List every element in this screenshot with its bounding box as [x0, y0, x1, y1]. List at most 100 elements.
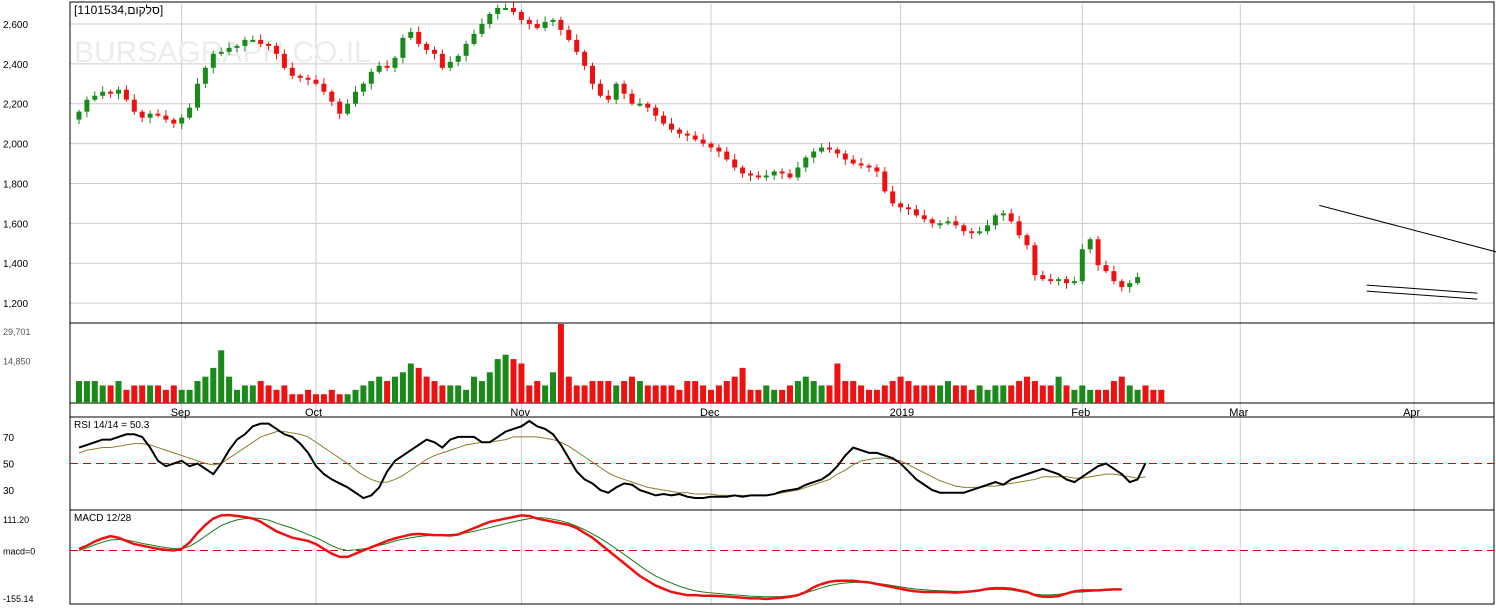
candle-body: [210, 53, 216, 68]
volume-bar: [147, 385, 154, 403]
candle-body: [1008, 213, 1014, 222]
candle-body: [669, 123, 674, 130]
volume-bar: [1110, 381, 1117, 403]
volume-bar: [407, 363, 414, 403]
candle-body: [795, 167, 801, 178]
volume-bar: [123, 389, 130, 403]
candle-body: [906, 207, 911, 210]
candle: [700, 133, 706, 147]
volume-bar: [1118, 376, 1125, 403]
candle: [795, 161, 801, 181]
volume-bar: [202, 376, 209, 403]
volume-bar: [952, 385, 959, 403]
candle: [961, 223, 967, 236]
volume-bar: [518, 363, 525, 403]
candle: [803, 155, 809, 172]
candle: [1071, 276, 1077, 286]
candle-body: [416, 31, 422, 44]
candle: [1032, 242, 1038, 281]
candle-body: [424, 43, 430, 50]
candle: [511, 2, 516, 16]
volume-bar: [257, 381, 264, 403]
volume-bar: [850, 381, 857, 403]
candle: [787, 169, 793, 180]
volume-bar: [739, 367, 746, 403]
candle: [953, 215, 959, 229]
volume-bar: [565, 376, 572, 403]
candle-body: [590, 65, 595, 84]
candle: [360, 81, 366, 97]
candle-body: [882, 171, 888, 192]
candle-body: [471, 33, 477, 44]
candle-body: [116, 89, 121, 94]
candle-body: [645, 103, 651, 108]
volume-bar: [162, 389, 169, 403]
candle: [131, 94, 137, 115]
candle-body: [929, 219, 935, 224]
volume-bar: [668, 385, 675, 403]
candle: [518, 9, 524, 25]
macd-line: [78, 513, 1122, 601]
candle-body: [503, 7, 509, 10]
candle-body: [819, 147, 825, 152]
candle-body: [866, 165, 872, 168]
volume-bar: [423, 376, 430, 403]
candle: [92, 91, 98, 102]
candle: [368, 68, 374, 90]
candle-body: [1016, 221, 1022, 236]
candle-body: [605, 95, 611, 100]
candle-body: [621, 83, 627, 94]
candle-body: [455, 55, 461, 62]
candle: [613, 81, 619, 105]
candle: [779, 168, 785, 180]
candle-body: [1000, 213, 1006, 216]
volume-bar: [115, 381, 122, 403]
candle-body: [187, 107, 193, 118]
volume-bar: [597, 381, 604, 403]
volume-bar: [249, 385, 256, 403]
candle: [740, 165, 746, 178]
candle: [1008, 208, 1014, 224]
candle: [321, 78, 327, 95]
candle-body: [566, 29, 572, 40]
candle: [929, 217, 935, 228]
volume-bar: [968, 389, 975, 403]
candle-body: [258, 39, 264, 44]
candle: [1040, 270, 1046, 282]
volume-bar: [376, 376, 383, 403]
candle: [716, 144, 722, 158]
candle-body: [1135, 277, 1141, 284]
candle-body: [1024, 235, 1030, 246]
candle-body: [1103, 265, 1109, 272]
candle-body: [921, 215, 927, 220]
rsi-tick-label: 70: [3, 433, 15, 444]
volume-bar: [1000, 385, 1007, 403]
volume-bar: [684, 381, 691, 403]
volume-bar: [194, 381, 201, 403]
candle-body: [297, 75, 303, 78]
volume-bar: [613, 385, 620, 403]
candle: [84, 96, 90, 118]
candle-body: [345, 103, 351, 114]
volume-bar: [826, 385, 833, 403]
volume-bar: [763, 385, 770, 403]
candle-body: [763, 175, 769, 178]
candle: [811, 148, 817, 164]
volume-bar: [897, 376, 904, 403]
candle-body: [787, 173, 793, 178]
price-tick-label: 2,200: [3, 100, 28, 111]
candle-body: [131, 99, 137, 112]
volume-bar: [1134, 389, 1141, 403]
candle-body: [463, 43, 469, 56]
month-label: Apr: [1403, 407, 1420, 419]
candle-body: [542, 21, 548, 28]
candle-body: [676, 129, 682, 134]
volume-bar: [76, 381, 82, 403]
candle-body: [250, 39, 256, 42]
volume-bar: [1039, 385, 1046, 403]
candle: [337, 98, 343, 120]
volume-bar: [502, 354, 509, 403]
volume-bar: [1063, 385, 1070, 403]
volume-bar: [297, 394, 304, 403]
candle: [1127, 279, 1133, 293]
